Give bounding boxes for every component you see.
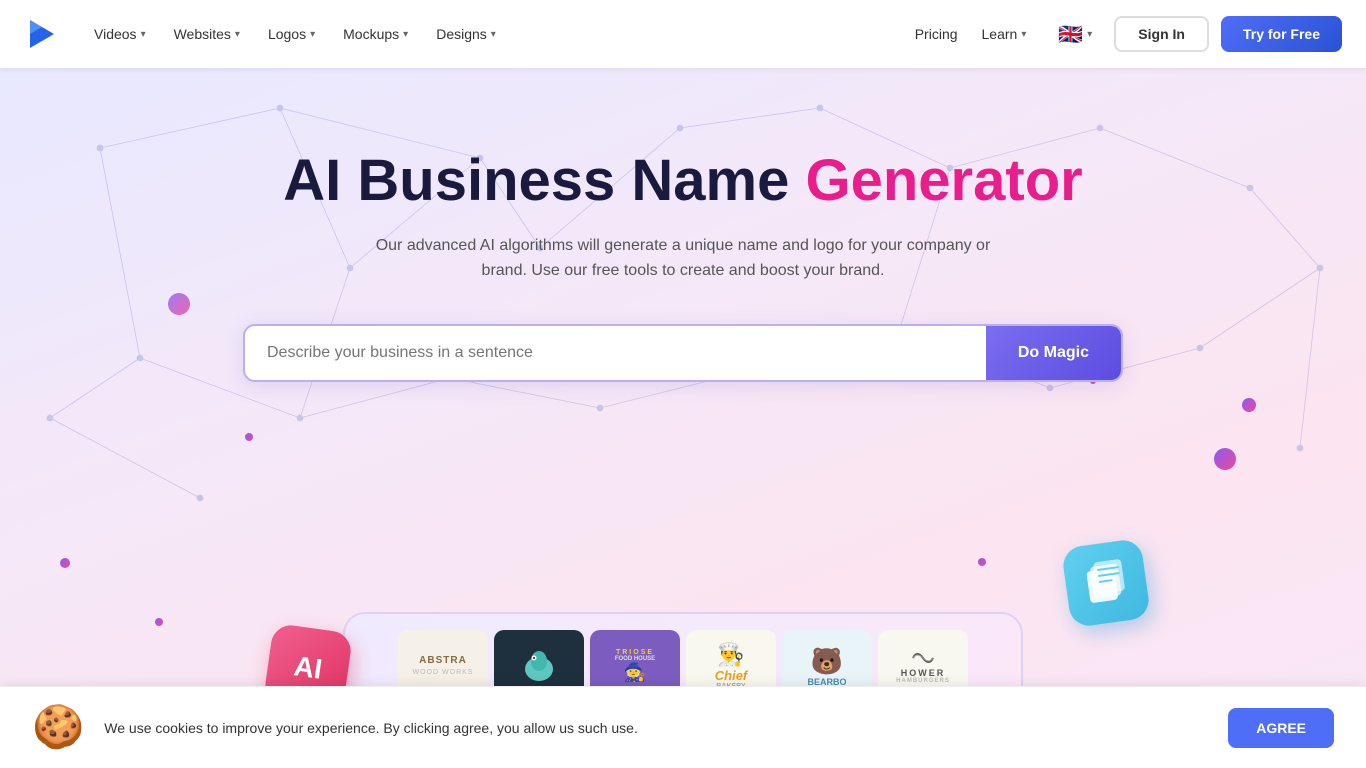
hero-section: AI Business Name Generator Our advanced … [0, 68, 1366, 768]
flag-icon: 🇬🇧 [1058, 22, 1083, 47]
chevron-down-icon: ▾ [310, 29, 315, 40]
language-button[interactable]: 🇬🇧 ▾ [1048, 16, 1102, 53]
nav-left: Videos ▾ Websites ▾ Logos ▾ Mockups ▾ De… [24, 16, 506, 52]
sign-in-button[interactable]: Sign In [1114, 16, 1209, 52]
navbar: Videos ▾ Websites ▾ Logos ▾ Mockups ▾ De… [0, 0, 1366, 68]
try-free-button[interactable]: Try for Free [1221, 16, 1342, 52]
chevron-down-icon: ▾ [403, 29, 408, 40]
floating-dot-1 [168, 293, 190, 315]
nav-item-designs[interactable]: Designs ▾ [426, 18, 506, 50]
nav-item-videos[interactable]: Videos ▾ [84, 18, 156, 50]
floating-dot-4 [155, 618, 163, 626]
hero-subtitle: Our advanced AI algorithms will generate… [373, 233, 993, 284]
nav-item-learn[interactable]: Learn ▾ [972, 18, 1037, 50]
cookie-text: We use cookies to improve your experienc… [104, 720, 1208, 736]
hero-title-text: AI Business Name [283, 148, 805, 213]
cookie-banner: 🍪 We use cookies to improve your experie… [0, 686, 1366, 768]
nav-right: Pricing Learn ▾ 🇬🇧 ▾ Sign In Try for Fre… [905, 16, 1342, 53]
chevron-down-icon: ▾ [1087, 29, 1092, 40]
nav-item-logos[interactable]: Logos ▾ [258, 18, 325, 50]
nav-item-pricing[interactable]: Pricing [905, 18, 968, 50]
agree-button[interactable]: AGREE [1228, 708, 1334, 748]
nav-right-links: Pricing Learn ▾ [905, 18, 1037, 50]
chevron-down-icon: ▾ [1021, 29, 1026, 40]
hero-title: AI Business Name Generator [283, 148, 1082, 215]
logo-icon [24, 16, 60, 52]
do-magic-button[interactable]: Do Magic [986, 326, 1121, 380]
floating-dot-3 [60, 558, 70, 568]
floating-dot-9 [978, 558, 986, 566]
floating-dot-6 [1242, 398, 1256, 412]
nav-item-mockups[interactable]: Mockups ▾ [333, 18, 418, 50]
hero-title-highlight: Generator [806, 148, 1083, 213]
nav-item-websites[interactable]: Websites ▾ [164, 18, 250, 50]
search-bar: Do Magic [243, 324, 1123, 382]
pages-3d-icon [1061, 538, 1151, 628]
chevron-down-icon: ▾ [491, 29, 496, 40]
chevron-down-icon: ▾ [141, 29, 146, 40]
chevron-down-icon: ▾ [235, 29, 240, 40]
floating-dot-8 [245, 433, 253, 441]
cookie-icon: 🍪 [32, 703, 84, 752]
floating-dot-7 [1214, 448, 1236, 470]
logo[interactable] [24, 16, 60, 52]
business-description-input[interactable] [245, 326, 986, 380]
